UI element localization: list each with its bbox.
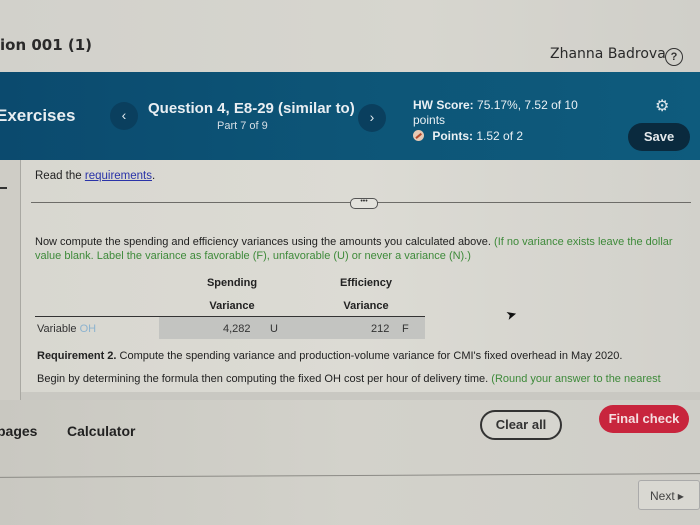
panel-toggle-icon[interactable] xyxy=(0,187,7,189)
instructions: Now compute the spending and efficiency … xyxy=(35,235,685,263)
read-suffix: . xyxy=(152,170,156,182)
requirement-2-label: Requirement 2. xyxy=(37,350,117,362)
question-part: Part 7 of 9 xyxy=(217,120,268,132)
efficiency-variance-value[interactable]: 212 xyxy=(371,323,389,335)
read-requirements: Read the requirements. xyxy=(35,170,155,182)
mouse-cursor-icon: ➤ xyxy=(504,305,519,324)
next-label: Next xyxy=(650,489,675,503)
section-label: Exercises xyxy=(0,106,76,125)
row-label-main: Variable xyxy=(37,323,80,335)
row-label: Variable OH xyxy=(37,323,96,335)
pages-link[interactable]: pages xyxy=(0,423,37,439)
question-header: Exercises ‹ Question 4, E8-29 (similar t… xyxy=(0,72,700,160)
clear-all-button[interactable]: Clear all xyxy=(480,410,562,440)
header-spending-variance: Variance xyxy=(209,300,255,312)
header-efficiency: Efficiency xyxy=(340,277,392,289)
spending-variance-label[interactable]: U xyxy=(270,323,278,335)
requirements-link[interactable]: requirements xyxy=(85,170,152,182)
spending-variance-value[interactable]: 4,282 xyxy=(223,323,251,335)
begin-hint: (Round your answer to the nearest xyxy=(491,373,661,385)
points-label: Points: xyxy=(432,129,474,143)
header-efficiency-variance: Variance xyxy=(343,300,389,312)
header-spending: Spending xyxy=(206,277,258,289)
partial-credit-icon xyxy=(413,130,424,141)
begin-text: Begin by determining the formula then co… xyxy=(37,373,492,385)
footer: pages Calculator Clear all Final check N… xyxy=(0,400,700,525)
instruction-text: Now compute the spending and efficiency … xyxy=(35,236,495,248)
left-panel-edge xyxy=(0,160,21,400)
chevron-right-icon: › xyxy=(369,109,375,125)
user-name[interactable]: Zhanna Badrova xyxy=(550,46,666,62)
final-check-button[interactable]: Final check xyxy=(599,405,689,433)
begin-instruction: Begin by determining the formula then co… xyxy=(37,373,661,385)
question-content: Read the requirements. ••• Now compute t… xyxy=(21,160,700,400)
points-value: 1.52 of 2 xyxy=(476,129,524,143)
requirement-2: Requirement 2. Compute the spending vari… xyxy=(37,350,622,362)
read-prefix: Read the xyxy=(35,170,85,182)
row-label-faint: OH xyxy=(79,323,97,335)
points: Points: 1.52 of 2 xyxy=(413,129,523,143)
previous-question-button[interactable]: ‹ xyxy=(110,102,138,130)
help-icon[interactable]: ? xyxy=(665,48,683,66)
next-button[interactable]: Next ▶ xyxy=(638,480,700,510)
footer-divider xyxy=(0,473,700,478)
chevron-left-icon: ‹ xyxy=(121,107,127,123)
play-arrow-icon: ▶ xyxy=(677,492,684,501)
scroll-edge xyxy=(21,392,700,400)
requirement-2-text: Compute the spending variance and produc… xyxy=(116,350,623,362)
expand-button[interactable]: ••• xyxy=(350,198,378,209)
course-title: ion 001 (1) xyxy=(0,36,93,54)
hw-score: HW Score: 75.17%, 7.52 of 10 points xyxy=(413,98,593,128)
save-button[interactable]: Save xyxy=(628,123,690,151)
next-question-button[interactable]: › xyxy=(358,104,386,132)
calculator-link[interactable]: Calculator xyxy=(67,423,135,439)
top-bar: ion 001 (1) Zhanna Badrova ? xyxy=(0,0,700,72)
efficiency-variance-label[interactable]: F xyxy=(402,323,409,335)
question-title: Question 4, E8-29 (similar to) xyxy=(148,100,355,117)
gear-icon[interactable]: ⚙ xyxy=(655,99,671,115)
hw-score-label: HW Score: xyxy=(413,98,474,112)
